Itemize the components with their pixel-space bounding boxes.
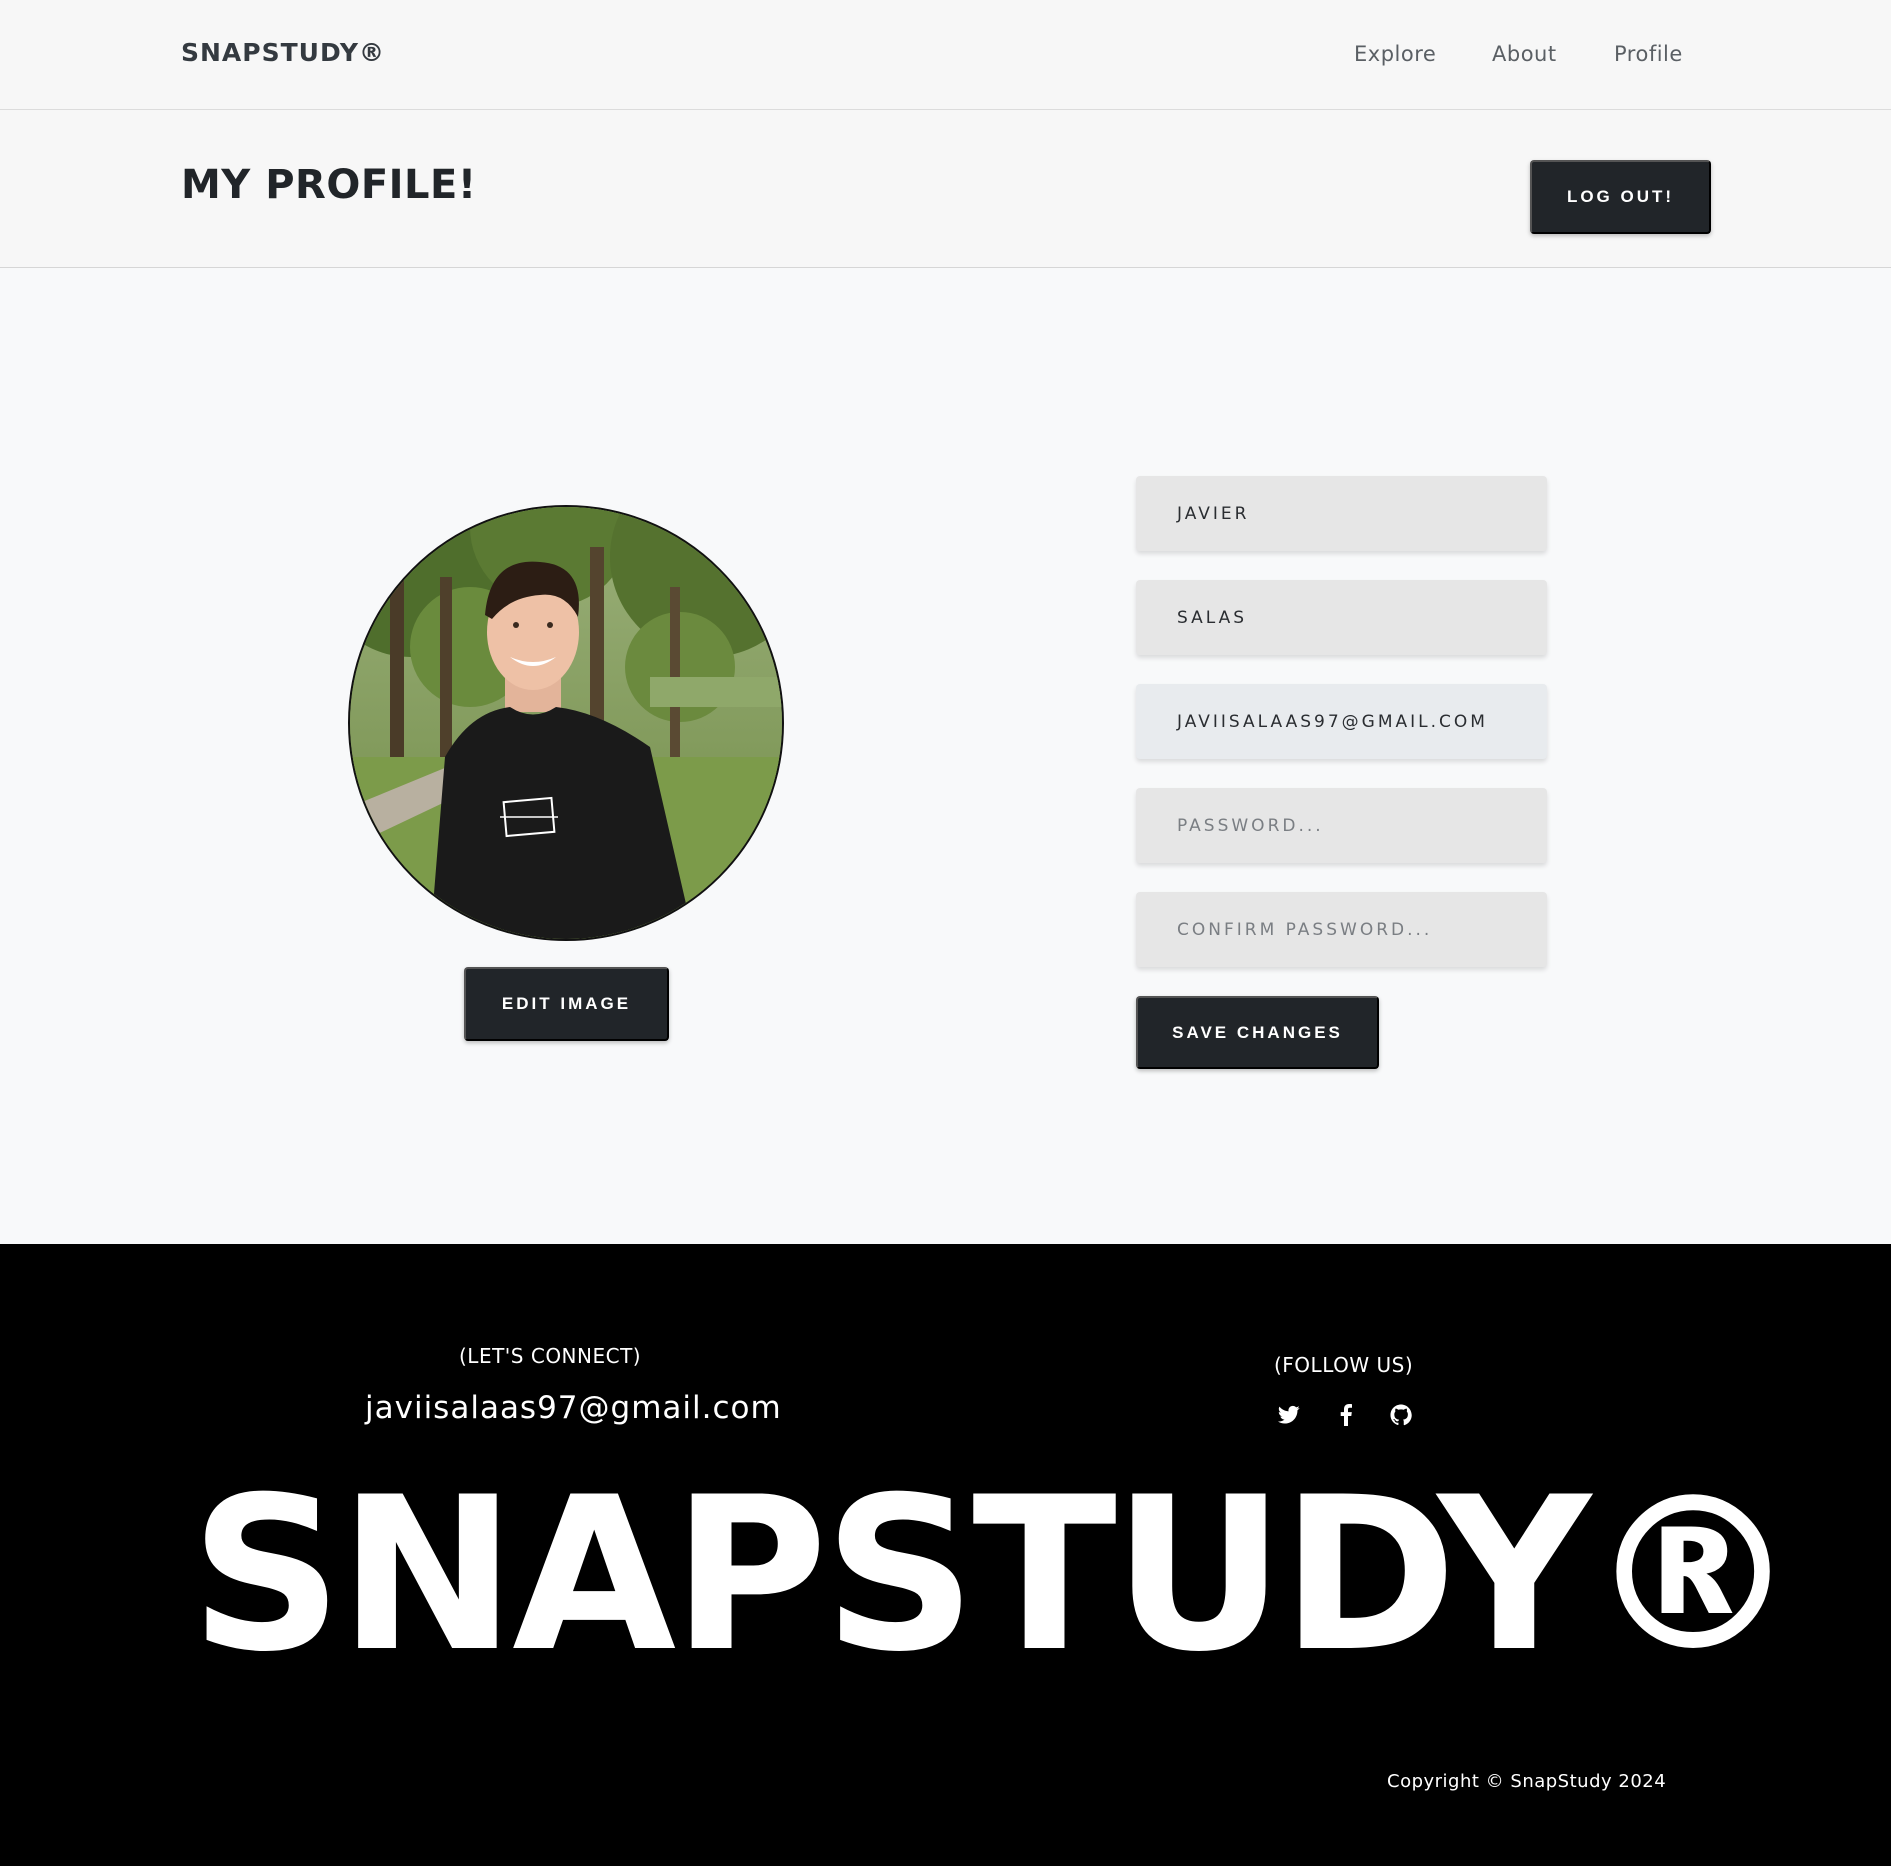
github-icon[interactable] [1388, 1402, 1414, 1428]
twitter-icon[interactable] [1276, 1402, 1302, 1428]
email-field[interactable]: JAVIISALAAS97@GMAIL.COM [1136, 684, 1547, 759]
footer: (LET'S CONNECT) javiisalaas97@gmail.com … [0, 1244, 1891, 1866]
connect-label: (LET'S CONNECT) [459, 1344, 642, 1368]
facebook-icon[interactable] [1333, 1402, 1359, 1428]
copyright-text: Copyright © SnapStudy 2024 [1387, 1771, 1667, 1792]
password-field[interactable]: PASSWORD... [1136, 788, 1547, 863]
avatar [348, 505, 784, 941]
logout-button[interactable]: LOG OUT! [1530, 160, 1711, 234]
connect-email-link[interactable]: javiisalaas97@gmail.com [365, 1390, 782, 1426]
first-name-field[interactable]: JAVIER [1136, 476, 1547, 551]
brand-logo[interactable]: SNAPSTUDY® [181, 38, 385, 67]
save-changes-button[interactable]: SAVE CHANGES [1136, 996, 1379, 1069]
nav-link-profile[interactable]: Profile [1614, 42, 1683, 66]
follow-label: (FOLLOW US) [1274, 1353, 1414, 1377]
edit-image-button[interactable]: EDIT IMAGE [464, 967, 669, 1041]
nav-link-explore[interactable]: Explore [1354, 42, 1436, 66]
page-header: MY PROFILE! LOG OUT! [0, 110, 1891, 268]
confirm-password-field[interactable]: CONFIRM PASSWORD... [1136, 892, 1547, 967]
page-title: MY PROFILE! [181, 162, 477, 208]
footer-brand-wordmark: SNAPSTUDY® [190, 1451, 1799, 1698]
last-name-field[interactable]: SALAS [1136, 580, 1547, 655]
navbar: SNAPSTUDY® Explore About Profile [0, 0, 1891, 110]
nav-link-about[interactable]: About [1492, 42, 1557, 66]
avatar-photo [350, 507, 782, 939]
